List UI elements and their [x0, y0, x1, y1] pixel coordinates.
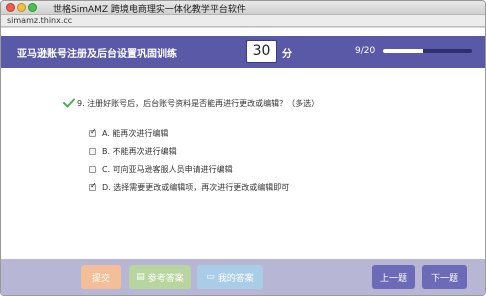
- page-content: 亚马逊账号注册及后台设置巩固训练 30 分 9/20 9. 注册好账号后，后台账…: [1, 28, 485, 295]
- url-text: simamz.thinx.cc: [7, 16, 73, 25]
- progress-label: 9/20: [355, 46, 376, 56]
- monitor-icon: ▭: [206, 272, 215, 282]
- previous-question-label: 上一题: [379, 273, 407, 284]
- quiz-footer: 提交 ▤ 参考答案 ▭ 我的答案 上一题 下一题: [1, 259, 485, 295]
- option-c-checkbox[interactable]: [89, 165, 96, 173]
- address-bar[interactable]: simamz.thinx.cc: [1, 15, 485, 27]
- reference-answer-button[interactable]: ▤ 参考答案: [129, 265, 191, 289]
- progress-bar: [383, 49, 472, 53]
- close-window-button[interactable]: [6, 3, 15, 12]
- maximize-window-button[interactable]: [28, 3, 37, 12]
- question-text: 9. 注册好账号后，后台账号资料是否能再进行更改或编辑？（多选）: [77, 99, 320, 108]
- my-answer-button[interactable]: ▭ 我的答案: [197, 265, 263, 289]
- next-question-label: 下一题: [430, 273, 458, 284]
- submit-button-label: 提交: [91, 273, 110, 284]
- option-d[interactable]: D. 选择需要更改或编辑项，再次进行更改或编辑即可: [89, 181, 289, 193]
- timer-unit: 分: [282, 49, 292, 60]
- timer-display: 30: [246, 40, 277, 63]
- document-icon: ▤: [136, 272, 145, 282]
- option-d-checkbox[interactable]: [89, 181, 97, 191]
- option-d-label: D. 选择需要更改或编辑项，再次进行更改或编辑即可: [102, 182, 290, 192]
- browser-window: 世格SimAMZ 跨境电商理实一体化教学平台软件 simamz.thinx.cc…: [0, 0, 486, 296]
- correct-check-icon: [63, 98, 75, 108]
- option-c-label: C. 可向亚马逊客服人员申请进行编辑: [102, 164, 233, 174]
- previous-question-button[interactable]: 上一题: [372, 265, 415, 289]
- title-bar: 世格SimAMZ 跨境电商理实一体化教学平台软件: [1, 1, 485, 15]
- option-a-checkbox[interactable]: [89, 127, 97, 137]
- option-b[interactable]: B. 不能再次进行编辑: [89, 145, 177, 157]
- option-c[interactable]: C. 可向亚马逊客服人员申请进行编辑: [89, 163, 233, 175]
- window-title: 世格SimAMZ 跨境电商理实一体化教学平台软件: [53, 5, 246, 15]
- quiz-header: 亚马逊账号注册及后台设置巩固训练 30 分 9/20: [1, 36, 485, 68]
- reference-answer-label: 参考答案: [147, 273, 184, 284]
- minimize-window-button[interactable]: [17, 3, 26, 12]
- quiz-title: 亚马逊账号注册及后台设置巩固训练: [17, 49, 177, 60]
- progress-fill: [383, 49, 424, 53]
- option-a-label: A. 能再次进行编辑: [102, 128, 169, 138]
- option-b-label: B. 不能再次进行编辑: [102, 146, 177, 156]
- submit-button[interactable]: 提交: [81, 265, 121, 289]
- option-a[interactable]: A. 能再次进行编辑: [89, 127, 168, 139]
- option-b-checkbox[interactable]: [89, 147, 96, 155]
- next-question-button[interactable]: 下一题: [422, 265, 467, 289]
- my-answer-label: 我的答案: [217, 273, 254, 284]
